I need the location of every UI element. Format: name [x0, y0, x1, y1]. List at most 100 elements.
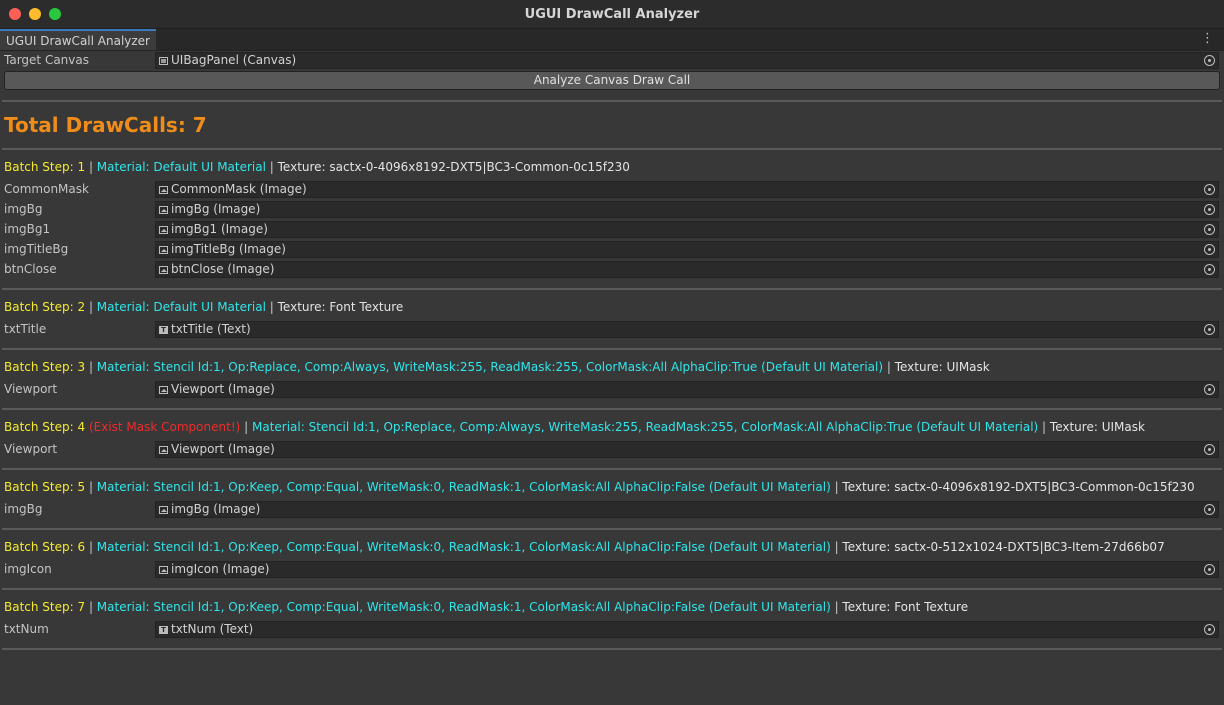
- image-icon: [159, 505, 168, 514]
- object-picker-icon[interactable]: [1204, 384, 1215, 395]
- object-value: txtTitle (Text): [171, 322, 251, 336]
- object-field[interactable]: TtxtTitle (Text): [155, 321, 1219, 338]
- batch-texture: Texture: sactx-0-4096x8192-DXT5|BC3-Comm…: [842, 480, 1195, 494]
- batch-header: Batch Step: 4 (Exist Mask Component!) | …: [4, 420, 1145, 434]
- divider: [2, 148, 1222, 150]
- image-icon: [159, 565, 168, 574]
- object-row: Viewport Viewport (Image): [0, 380, 1224, 399]
- canvas-icon: [159, 56, 168, 65]
- analyzer-window: UGUI DrawCall Analyzer UGUI DrawCall Ana…: [0, 0, 1224, 705]
- object-field[interactable]: imgBg (Image): [155, 501, 1219, 518]
- object-picker-icon[interactable]: [1204, 244, 1215, 255]
- batch-header: Batch Step: 1 | Material: Default UI Mat…: [4, 160, 630, 174]
- object-row: imgTitleBg imgTitleBg (Image): [0, 240, 1224, 259]
- object-value: txtNum (Text): [171, 622, 254, 636]
- batch-material: Material: Stencil Id:1, Op:Keep, Comp:Eq…: [96, 600, 831, 614]
- object-value: btnClose (Image): [171, 262, 275, 276]
- object-label: imgTitleBg: [4, 242, 69, 256]
- image-icon: [159, 225, 168, 234]
- text-icon: T: [159, 625, 168, 634]
- object-field[interactable]: btnClose (Image): [155, 261, 1219, 278]
- image-icon: [159, 385, 168, 394]
- divider: [2, 588, 1222, 590]
- object-picker-icon[interactable]: [1204, 444, 1215, 455]
- object-picker-icon[interactable]: [1204, 55, 1215, 66]
- batch-texture: Texture: UIMask: [894, 360, 990, 374]
- analyze-canvas-button[interactable]: Analyze Canvas Draw Call: [4, 71, 1220, 90]
- batch-material: Material: Stencil Id:1, Op:Keep, Comp:Eq…: [96, 540, 831, 554]
- object-picker-icon[interactable]: [1204, 324, 1215, 335]
- object-value: imgBg (Image): [171, 202, 261, 216]
- object-row: Viewport Viewport (Image): [0, 440, 1224, 459]
- tab-ugui-drawcall-analyzer[interactable]: UGUI DrawCall Analyzer: [0, 29, 156, 50]
- object-field[interactable]: imgBg1 (Image): [155, 221, 1219, 238]
- object-label: Viewport: [4, 442, 58, 456]
- title-bar: UGUI DrawCall Analyzer: [0, 0, 1224, 29]
- object-picker-icon[interactable]: [1204, 184, 1215, 195]
- object-row: imgBg imgBg (Image): [0, 200, 1224, 219]
- close-window-button[interactable]: [9, 8, 21, 20]
- object-label: btnClose: [4, 262, 57, 276]
- object-field[interactable]: imgIcon (Image): [155, 561, 1219, 578]
- batch-step: Batch Step: 4: [4, 420, 86, 434]
- divider: [2, 348, 1222, 350]
- target-canvas-label: Target Canvas: [4, 53, 89, 67]
- batch-texture: Texture: Font Texture: [842, 600, 969, 614]
- tab-bar: UGUI DrawCall Analyzer ⋮: [0, 29, 1224, 51]
- batch-header: Batch Step: 3 | Material: Stencil Id:1, …: [4, 360, 990, 374]
- object-row: txtTitle TtxtTitle (Text): [0, 320, 1224, 339]
- object-label: txtTitle: [4, 322, 47, 336]
- image-icon: [159, 185, 168, 194]
- object-field[interactable]: Viewport (Image): [155, 441, 1219, 458]
- text-icon: T: [159, 325, 168, 334]
- target-canvas-field[interactable]: UIBagPanel (Canvas): [155, 52, 1219, 69]
- object-value: imgBg (Image): [171, 502, 261, 516]
- divider: [2, 528, 1222, 530]
- object-row: CommonMask CommonMask (Image): [0, 180, 1224, 199]
- object-picker-icon[interactable]: [1204, 224, 1215, 235]
- object-value: imgIcon (Image): [171, 562, 270, 576]
- batch-step: Batch Step: 2: [4, 300, 86, 314]
- mask-warning: (Exist Mask Component!): [88, 420, 241, 434]
- object-label: imgIcon: [4, 562, 52, 576]
- divider: [2, 648, 1222, 650]
- total-drawcalls: Total DrawCalls: 7: [4, 113, 207, 137]
- divider: [2, 408, 1222, 410]
- object-label: txtNum: [4, 622, 49, 636]
- object-picker-icon[interactable]: [1204, 264, 1215, 275]
- batch-material: Material: Stencil Id:1, Op:Replace, Comp…: [96, 360, 884, 374]
- batch-material: Material: Stencil Id:1, Op:Replace, Comp…: [251, 420, 1039, 434]
- maximize-window-button[interactable]: [49, 8, 61, 20]
- object-label: imgBg1: [4, 222, 51, 236]
- minimize-window-button[interactable]: [29, 8, 41, 20]
- target-canvas-value: UIBagPanel (Canvas): [171, 53, 297, 67]
- object-picker-icon[interactable]: [1204, 564, 1215, 575]
- image-icon: [159, 205, 168, 214]
- object-value: imgBg1 (Image): [171, 222, 268, 236]
- window-controls: [9, 8, 61, 20]
- image-icon: [159, 445, 168, 454]
- object-field[interactable]: imgTitleBg (Image): [155, 241, 1219, 258]
- batch-step: Batch Step: 6: [4, 540, 86, 554]
- object-field[interactable]: TtxtNum (Text): [155, 621, 1219, 638]
- more-options-icon[interactable]: ⋮: [1201, 31, 1214, 47]
- object-value: imgTitleBg (Image): [171, 242, 286, 256]
- batch-material: Material: Stencil Id:1, Op:Keep, Comp:Eq…: [96, 480, 831, 494]
- object-picker-icon[interactable]: [1204, 504, 1215, 515]
- object-field[interactable]: imgBg (Image): [155, 201, 1219, 218]
- divider: [2, 288, 1222, 290]
- batch-texture: Texture: UIMask: [1049, 420, 1145, 434]
- object-picker-icon[interactable]: [1204, 204, 1215, 215]
- batch-header: Batch Step: 7 | Material: Stencil Id:1, …: [4, 600, 969, 614]
- object-field[interactable]: CommonMask (Image): [155, 181, 1219, 198]
- image-icon: [159, 265, 168, 274]
- batch-header: Batch Step: 2 | Material: Default UI Mat…: [4, 300, 404, 314]
- object-row: txtNum TtxtNum (Text): [0, 620, 1224, 639]
- batch-texture: Texture: sactx-0-4096x8192-DXT5|BC3-Comm…: [277, 160, 630, 174]
- object-row: imgIcon imgIcon (Image): [0, 560, 1224, 579]
- batch-material: Material: Default UI Material: [96, 160, 266, 174]
- object-field[interactable]: Viewport (Image): [155, 381, 1219, 398]
- image-icon: [159, 245, 168, 254]
- object-picker-icon[interactable]: [1204, 624, 1215, 635]
- batch-header: Batch Step: 6 | Material: Stencil Id:1, …: [4, 540, 1165, 554]
